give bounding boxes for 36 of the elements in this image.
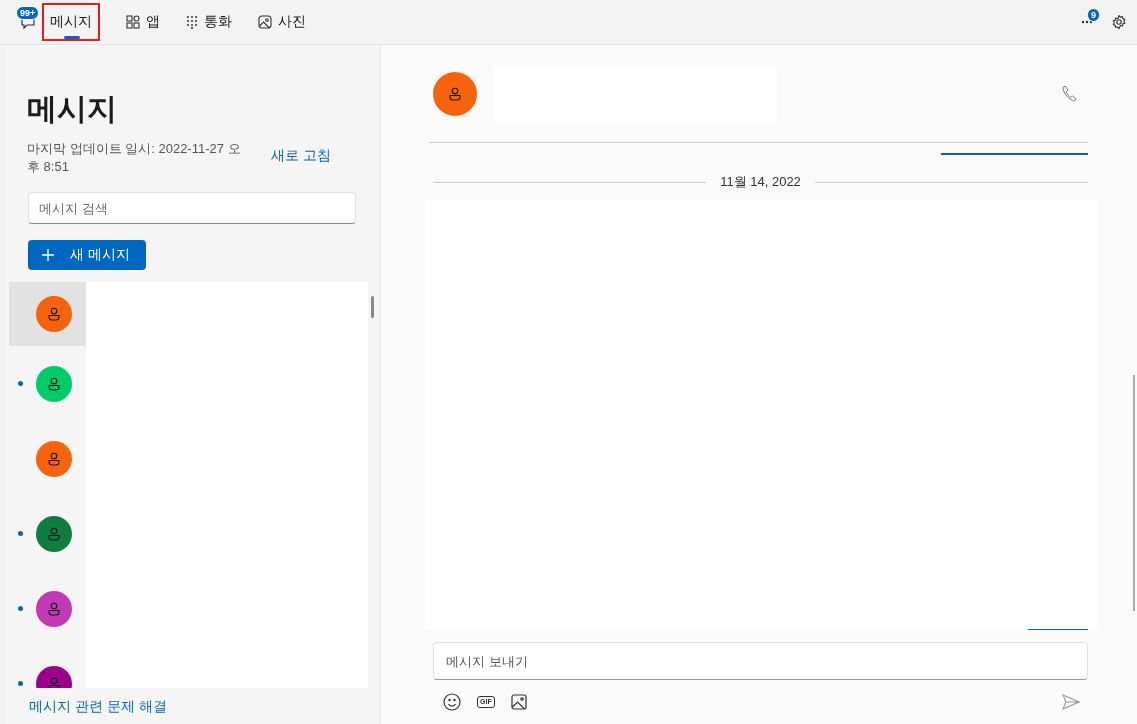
date-separator: 11월 14, 2022 [720,173,801,191]
contact-avatar[interactable] [36,296,72,332]
tab-label: 메시지 [42,3,100,41]
nav-tab[interactable]: 앱 [124,0,162,44]
scrollbar-thumb[interactable] [1133,375,1135,611]
contact-avatar[interactable] [36,515,72,552]
troubleshoot-link[interactable]: 메시지 관련 문제 해결 [29,698,380,716]
settings-icon[interactable] [1111,14,1127,30]
search-field[interactable]: 메시지 검색 [28,192,356,224]
more-icon[interactable] [1081,20,1093,24]
page-title: 메시지 [27,91,118,127]
photo-icon [258,15,272,29]
scrollbar-thumb[interactable] [371,296,374,318]
tab-label: 통화 [204,13,232,31]
last-updated-text: 마지막 업데이트 일시: 2022-11-27 오후 8:51 [27,140,242,176]
message-input-field[interactable]: 메시지 보내기 [433,642,1088,680]
emoji-icon[interactable] [443,693,461,711]
send-icon[interactable] [1062,694,1080,710]
dialpad-icon [186,15,198,29]
count-badge: 9 [1087,8,1100,22]
count-badge: 99+ [16,6,40,20]
contact-avatar[interactable] [36,590,72,627]
phone-icon[interactable] [1062,85,1077,102]
new-message-button[interactable]: 새 메시지 [28,240,146,270]
tab-label: 앱 [146,13,160,31]
apps-icon [126,15,140,29]
refresh-link[interactable]: 새로 고침 [271,147,331,165]
nav-tab[interactable]: 사진 [256,0,308,44]
tab-label: 사진 [278,13,306,31]
contact-avatar [433,71,477,116]
plus-icon [42,249,54,261]
image-icon[interactable] [510,694,527,710]
contact-avatar[interactable] [36,365,72,402]
nav-tab[interactable]: 통화 [184,0,234,44]
nav-tab[interactable]: 99+ 메시지 [18,0,102,44]
contact-avatar[interactable] [36,440,72,477]
